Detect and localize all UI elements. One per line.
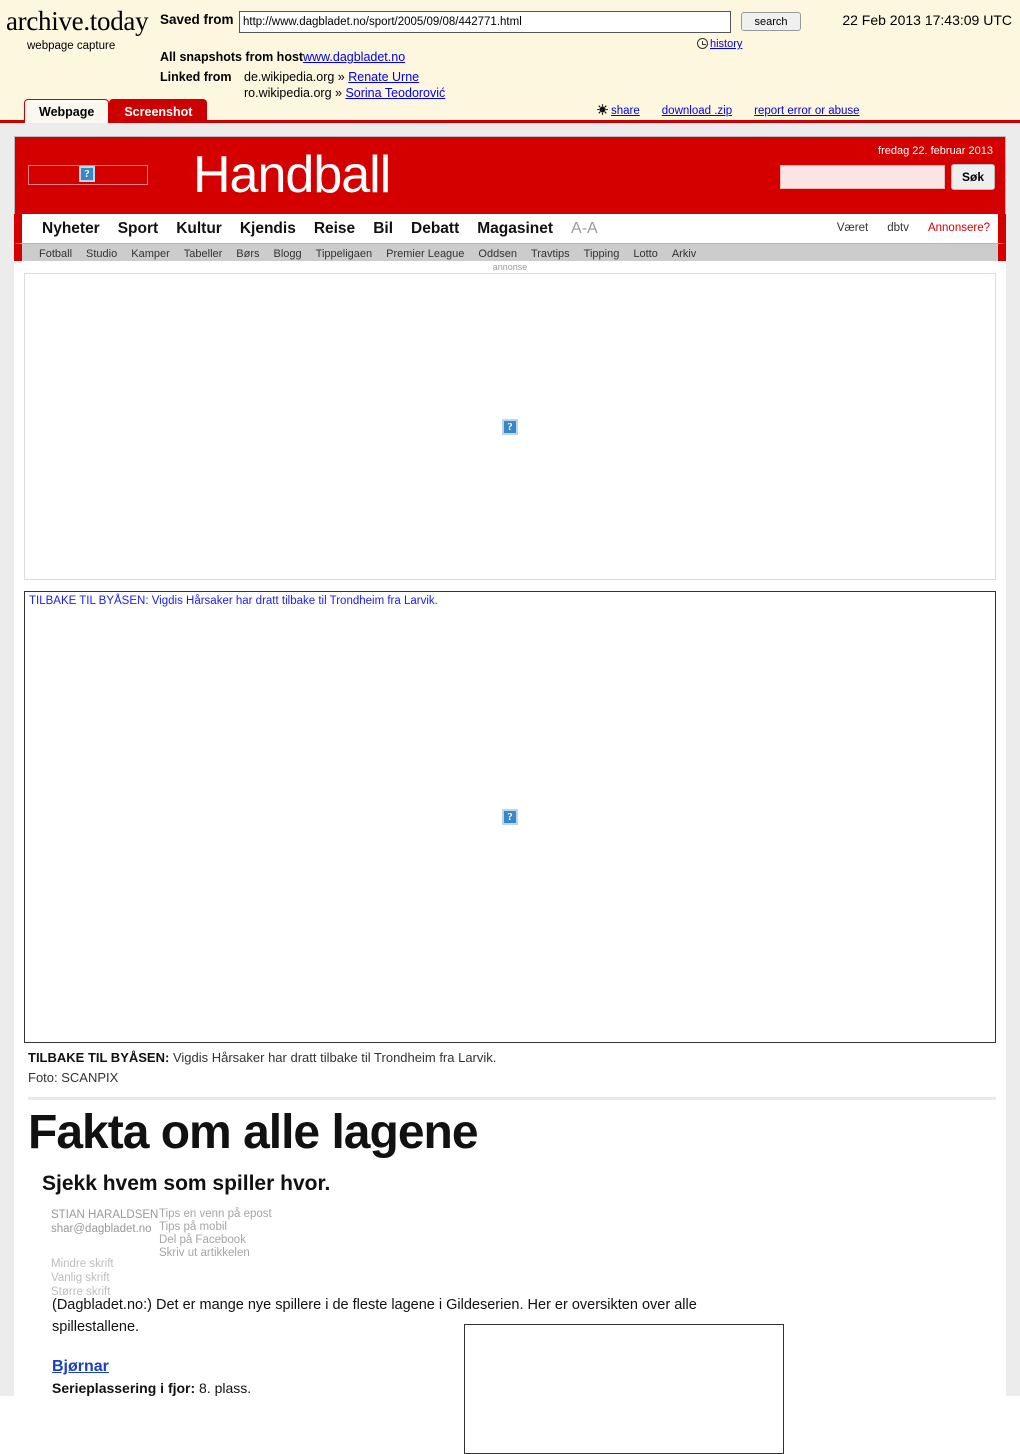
broken-image-icon: ? bbox=[502, 418, 518, 435]
tool-tips-mobil[interactable]: Tips på mobil bbox=[159, 1221, 272, 1234]
tool-tips-epost[interactable]: Tips en venn på epost bbox=[159, 1208, 272, 1221]
share-link[interactable]: share bbox=[611, 105, 640, 117]
tool-skriv-ut[interactable]: Skriv ut artikkelen bbox=[159, 1247, 272, 1260]
nav-item-dbtv[interactable]: dbtv bbox=[887, 214, 909, 243]
archive-tabs: Webpage Screenshot bbox=[24, 99, 208, 123]
subnav-item-oddsen[interactable]: Oddsen bbox=[478, 245, 517, 263]
archive-actions: share download .zip report error or abuse bbox=[597, 104, 882, 117]
broken-image-icon: ? bbox=[79, 166, 95, 182]
photo-caption-lead: TILBAKE TIL BYÅSEN: bbox=[28, 1050, 170, 1065]
history-link[interactable]: history bbox=[697, 38, 742, 50]
nav-item-debatt[interactable]: Debatt bbox=[411, 214, 459, 243]
linked-site-1: ro.wikipedia.org » bbox=[244, 86, 342, 100]
linked-from-label: Linked from bbox=[160, 70, 232, 84]
linked-site-0: de.wikipedia.org » bbox=[244, 70, 345, 84]
photo-caption: TILBAKE TIL BYÅSEN: Vigdis Hårsaker har … bbox=[28, 1050, 996, 1065]
subnav-item-studio[interactable]: Studio bbox=[86, 245, 117, 263]
linked-title-0[interactable]: Renate Urne bbox=[348, 70, 419, 84]
subnav-item-kamper[interactable]: Kamper bbox=[131, 245, 170, 263]
photo-alt-text: TILBAKE TIL BYÅSEN: Vigdis Hårsaker har … bbox=[29, 595, 438, 607]
nav-item-reise[interactable]: Reise bbox=[314, 214, 355, 243]
fact-label: Serieplassering i fjor: bbox=[52, 1380, 196, 1397]
site-date: fredag 22. februar 2013 bbox=[878, 145, 993, 157]
site-search-button[interactable]: Søk bbox=[951, 164, 995, 190]
archive-logo: archive.today bbox=[6, 6, 149, 36]
page-title: Handball bbox=[193, 146, 391, 204]
subnav-item-arkiv[interactable]: Arkiv bbox=[672, 245, 696, 263]
subnav-item-tipping[interactable]: Tipping bbox=[584, 245, 620, 263]
subnav-item-tabeller[interactable]: Tabeller bbox=[184, 245, 223, 263]
article-body: (Dagbladet.no:) Det er mange nye spiller… bbox=[28, 1294, 996, 1454]
nav-item-nyheter[interactable]: Nyheter bbox=[42, 214, 100, 243]
all-snapshots-label: All snapshots from host bbox=[160, 50, 304, 64]
tool-del-facebook[interactable]: Del på Facebook bbox=[159, 1234, 272, 1247]
article-headline: Fakta om alle lagene bbox=[28, 1106, 479, 1159]
nav-item-bil[interactable]: Bil bbox=[373, 214, 393, 243]
article-header: Fakta om alle lagene Sjekk hvem som spil… bbox=[28, 1106, 996, 1196]
article-meta: STIAN HARALDSEN shar@dagbladet.no Tips e… bbox=[39, 1208, 996, 1298]
font-size-controls: Mindre skrift Vanlig skrift Større skrif… bbox=[51, 1257, 114, 1299]
subnav-item-premier-league[interactable]: Premier League bbox=[386, 245, 464, 263]
tab-webpage[interactable]: Webpage bbox=[24, 99, 110, 123]
font-size-toggle[interactable]: A-A bbox=[571, 214, 598, 243]
subnav-item-tippeligaen[interactable]: Tippeligaen bbox=[316, 245, 372, 263]
linked-title-1[interactable]: Sorina Teodorović bbox=[345, 86, 445, 100]
linked-from-row-1: ro.wikipedia.org » Sorina Teodorović bbox=[244, 86, 445, 100]
article-subheadline: Sjekk hvem som spiller hvor. bbox=[42, 1172, 331, 1196]
article-byline: STIAN HARALDSEN shar@dagbladet.no bbox=[51, 1208, 158, 1236]
tab-screenshot[interactable]: Screenshot bbox=[109, 99, 208, 123]
inline-ad-box[interactable] bbox=[464, 1324, 784, 1454]
ad-slot[interactable]: ? bbox=[24, 273, 996, 580]
fact-value: 8. plass. bbox=[195, 1380, 252, 1397]
primary-nav: Nyheter Sport Kultur Kjendis Reise Bil Debatt M… bbox=[14, 214, 1006, 243]
share-tools: Tips en venn på epost Tips på mobil Del … bbox=[159, 1208, 272, 1260]
subnav-item-travtips[interactable]: Travtips bbox=[531, 245, 570, 263]
saved-url-input[interactable] bbox=[239, 11, 731, 33]
subnav-item-fotball[interactable]: Fotball bbox=[39, 245, 72, 263]
author-name: STIAN HARALDSEN bbox=[51, 1209, 159, 1222]
captured-page: ? Handball fredag 22. februar 2013 Søk N… bbox=[0, 123, 1020, 1454]
nav-item-vaeret[interactable]: Været bbox=[837, 214, 868, 243]
report-error-link[interactable]: report error or abuse bbox=[754, 105, 859, 117]
nav-item-annonsere[interactable]: Annonsere? bbox=[928, 214, 990, 243]
site-search-input[interactable] bbox=[780, 165, 945, 189]
nav-item-kultur[interactable]: Kultur bbox=[176, 214, 222, 243]
divider bbox=[28, 1097, 996, 1100]
photo-caption-rest: Vigdis Hårsaker har dratt tilbake til Tr… bbox=[169, 1050, 497, 1065]
photo-credit: Foto: SCANPIX bbox=[28, 1070, 119, 1085]
subnav-item-blogg[interactable]: Blogg bbox=[274, 245, 302, 263]
archive-timestamp: 22 Feb 2013 17:43:09 UTC bbox=[842, 12, 1012, 28]
subnav-item-bors[interactable]: Børs bbox=[236, 245, 259, 263]
archive-search-button[interactable]: search bbox=[741, 12, 801, 31]
nav-item-sport[interactable]: Sport bbox=[118, 214, 158, 243]
font-size-smaller[interactable]: Mindre skrift bbox=[51, 1257, 114, 1271]
share-icon bbox=[597, 104, 608, 115]
subnav-item-lotto[interactable]: Lotto bbox=[633, 245, 657, 263]
broken-image-icon: ? bbox=[502, 809, 518, 825]
primary-nav-right: Været dbtv Annonsere? bbox=[818, 214, 990, 243]
all-snapshots-host-link[interactable]: www.dagbladet.no bbox=[303, 50, 405, 64]
download-zip-link[interactable]: download .zip bbox=[662, 105, 732, 117]
team-link-bjornar[interactable]: Bjørnar bbox=[52, 1358, 109, 1376]
article-photo: TILBAKE TIL BYÅSEN: Vigdis Hårsaker har … bbox=[24, 591, 996, 1043]
nav-item-kjendis[interactable]: Kjendis bbox=[240, 214, 296, 243]
nav-item-magasinet[interactable]: Magasinet bbox=[477, 214, 553, 243]
linked-from-row-0: de.wikipedia.org » Renate Urne bbox=[244, 70, 419, 84]
secondary-nav: Fotball Studio Kamper Tabeller Børs Blogg Tipp… bbox=[14, 243, 1006, 261]
clock-icon bbox=[697, 38, 708, 49]
archive-logo-subtitle: webpage capture bbox=[27, 40, 116, 52]
site-masthead: ? Handball fredag 22. februar 2013 Søk bbox=[14, 136, 1006, 214]
page-paper: ? Handball fredag 22. februar 2013 Søk N… bbox=[14, 136, 1006, 1454]
author-email[interactable]: shar@dagbladet.no bbox=[51, 1222, 158, 1236]
font-size-normal[interactable]: Vanlig skrift bbox=[51, 1271, 114, 1285]
history-link-text[interactable]: history bbox=[710, 38, 742, 50]
saved-from-label: Saved from bbox=[160, 12, 234, 27]
archive-toolbar: archive.today webpage capture Saved from… bbox=[0, 0, 1020, 123]
site-logo[interactable]: ? bbox=[28, 165, 148, 185]
